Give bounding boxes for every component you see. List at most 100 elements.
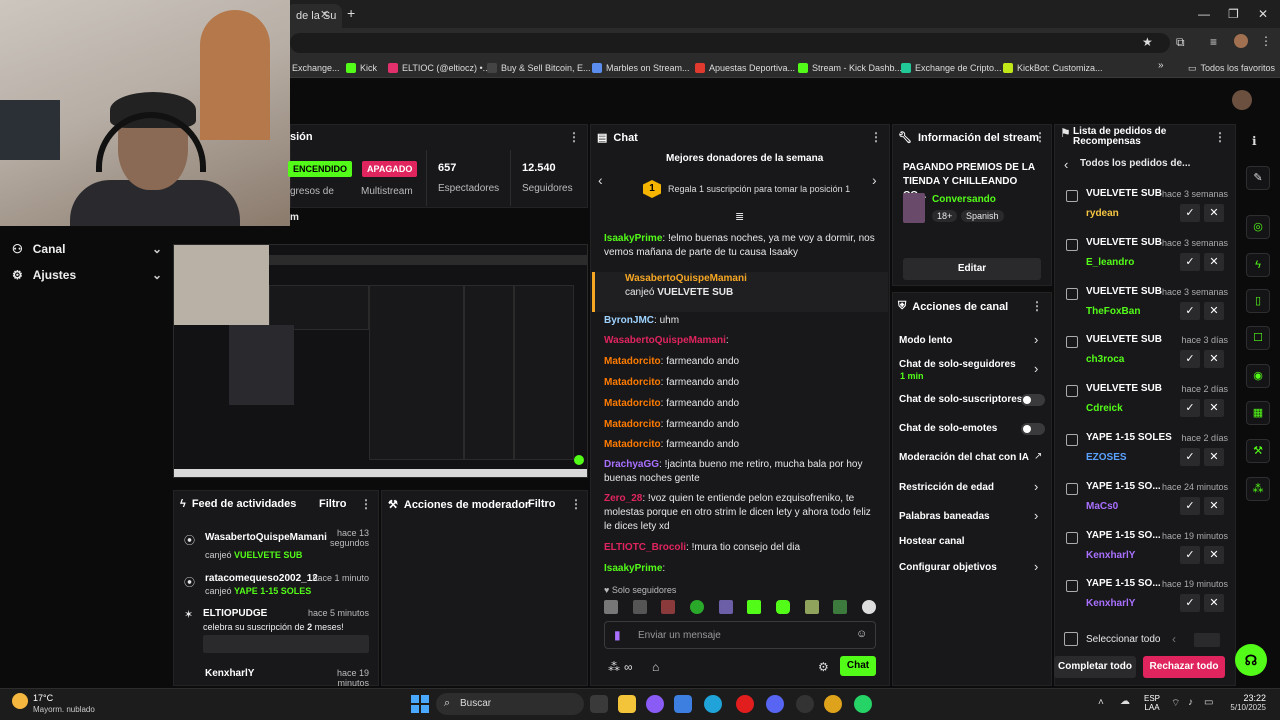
- document-icon[interactable]: ▯: [1246, 289, 1270, 313]
- approve-check-icon[interactable]: ✓: [1180, 399, 1200, 417]
- reward-user[interactable]: KenxharlY: [1086, 598, 1135, 609]
- help-headset-icon[interactable]: ☊: [1235, 644, 1267, 676]
- store-icon[interactable]: [674, 695, 692, 713]
- reward-checkbox[interactable]: [1066, 336, 1078, 348]
- emote-icon[interactable]: [804, 600, 819, 614]
- gear-icon[interactable]: ⚙: [818, 660, 829, 674]
- more-bookmarks-icon[interactable]: »: [1158, 60, 1164, 71]
- emote-icon[interactable]: [833, 600, 848, 614]
- reward-checkbox[interactable]: [1066, 532, 1078, 544]
- approve-check-icon[interactable]: ✓: [1180, 204, 1200, 222]
- bookmark-item[interactable]: Exchange de Cripto...: [901, 60, 1002, 76]
- action-slow-mode[interactable]: Modo lento: [899, 335, 952, 346]
- external-link-icon[interactable]: ↗: [1034, 451, 1042, 462]
- media-icon[interactable]: ≡: [1210, 35, 1217, 49]
- chat-username[interactable]: IsaakyPrime: [604, 233, 662, 244]
- category-name[interactable]: Conversando: [932, 194, 996, 205]
- profile-avatar[interactable]: [1234, 34, 1248, 48]
- chat-message[interactable]: Matadorcito: farmeando ando: [604, 397, 876, 411]
- stream-info-kebab-icon[interactable]: ⋮: [1034, 130, 1046, 144]
- bookmark-item[interactable]: Kick: [346, 60, 377, 76]
- approve-check-icon[interactable]: ✓: [1180, 546, 1200, 564]
- chat-username[interactable]: Matadorcito: [604, 356, 661, 367]
- chat-username[interactable]: Zero_28: [604, 493, 642, 504]
- chat-username[interactable]: IsaakyPrime: [604, 563, 662, 574]
- store-icon[interactable]: ⌂: [652, 660, 659, 674]
- reject-all-button[interactable]: Rechazar todo: [1143, 656, 1225, 678]
- reward-user[interactable]: rydean: [1086, 208, 1119, 219]
- star-icon[interactable]: ★: [1142, 35, 1153, 49]
- lightning-icon[interactable]: ϟ: [1246, 253, 1270, 277]
- multistream-badge[interactable]: APAGADO: [362, 161, 418, 177]
- menu-kebab-icon[interactable]: ⋮: [1260, 34, 1272, 48]
- action-followers-only[interactable]: Chat de solo-seguidores: [899, 359, 1016, 370]
- chat-message[interactable]: Matadorcito: farmeando ando: [604, 418, 876, 432]
- reward-checkbox[interactable]: [1066, 580, 1078, 592]
- reward-user[interactable]: TheFoxBan: [1086, 306, 1140, 317]
- approve-check-icon[interactable]: ✓: [1180, 448, 1200, 466]
- reject-x-icon[interactable]: ✕: [1204, 253, 1224, 271]
- app-icon[interactable]: [796, 695, 814, 713]
- chat-message[interactable]: IsaakyPrime:: [604, 562, 876, 576]
- emoji-icon[interactable]: ☺: [856, 628, 867, 640]
- chat-username[interactable]: ELTIOTC_Brocoli: [604, 542, 686, 553]
- kick-logo-icon[interactable]: ⁂: [1246, 477, 1270, 501]
- reward-user[interactable]: MaCs0: [1086, 501, 1118, 512]
- chevron-right-icon[interactable]: ›: [1034, 361, 1038, 376]
- reject-x-icon[interactable]: ✕: [1204, 204, 1224, 222]
- reward-checkbox[interactable]: [1066, 434, 1078, 446]
- url-input[interactable]: [290, 33, 1170, 53]
- stream-preview[interactable]: [173, 244, 588, 478]
- chevron-left-icon[interactable]: ‹: [598, 172, 603, 188]
- chat-username[interactable]: Matadorcito: [604, 439, 661, 450]
- windows-start-icon[interactable]: [411, 695, 429, 713]
- chat-username[interactable]: ByronJMC: [604, 315, 654, 326]
- chat-message[interactable]: IsaakyPrime: !elmo buenas noches, ya me …: [604, 232, 876, 260]
- send-chat-button[interactable]: Chat: [840, 656, 876, 676]
- weather-icon[interactable]: [12, 693, 28, 709]
- chat-icon[interactable]: ☐: [1246, 326, 1270, 350]
- bookmark-item[interactable]: ELTIOC (@eltiocz) •...: [388, 60, 490, 76]
- chat-username[interactable]: DrachyaGG: [604, 459, 659, 470]
- reward-checkbox[interactable]: [1066, 190, 1078, 202]
- action-ai-moderation[interactable]: Moderación del chat con IA: [899, 452, 1029, 463]
- bookmark-item[interactable]: KickBot: Customiza...: [1003, 60, 1103, 76]
- reward-checkbox[interactable]: [1066, 385, 1078, 397]
- chevron-right-icon[interactable]: ›: [1034, 332, 1038, 347]
- approve-check-icon[interactable]: ✓: [1180, 497, 1200, 515]
- file-explorer-icon[interactable]: [618, 695, 636, 713]
- reject-x-icon[interactable]: ✕: [1204, 302, 1224, 320]
- chat-message[interactable]: Zero_28: !voz quien te entiende pelon ez…: [604, 492, 876, 534]
- wifi-icon[interactable]: ⌔: [1171, 697, 1180, 710]
- wrench-icon[interactable]: ⚒: [1246, 439, 1270, 463]
- action-banned-words[interactable]: Palabras baneadas: [899, 511, 990, 522]
- reject-x-icon[interactable]: ✕: [1204, 546, 1224, 564]
- chat-message[interactable]: WasabertoQuispeMamani canjeó VUELVETE SUB: [592, 272, 888, 312]
- infinity-icon[interactable]: ∞: [624, 660, 633, 674]
- chat-username[interactable]: Matadorcito: [604, 377, 661, 388]
- extensions-icon[interactable]: ⧉: [1176, 35, 1185, 50]
- sidebar-item-ajustes[interactable]: ⚙ Ajustes ⌄: [12, 265, 162, 285]
- chevron-left-icon[interactable]: ‹: [1172, 632, 1176, 646]
- mic-icon[interactable]: ▮: [614, 628, 621, 642]
- chat-username[interactable]: Matadorcito: [604, 419, 661, 430]
- new-tab-button[interactable]: +: [347, 5, 355, 21]
- emote-icon[interactable]: [689, 600, 704, 614]
- edit-stream-button[interactable]: Editar: [903, 258, 1041, 280]
- reward-checkbox[interactable]: [1066, 483, 1078, 495]
- emote-icon[interactable]: [604, 600, 618, 614]
- all-favorites-link[interactable]: ▭ Todos los favoritos: [1188, 60, 1275, 76]
- sidebar-item-canal[interactable]: ⚇ Canal ⌄: [12, 239, 162, 259]
- session-kebab-icon[interactable]: ⋮: [568, 130, 580, 144]
- reject-x-icon[interactable]: ✕: [1204, 350, 1224, 368]
- emote-icon[interactable]: [775, 600, 790, 614]
- complete-all-button[interactable]: Completar todo: [1054, 656, 1136, 678]
- approve-check-icon[interactable]: ✓: [1180, 594, 1200, 612]
- action-age-restriction[interactable]: Restricción de edad: [899, 482, 994, 493]
- chat-message[interactable]: Matadorcito: farmeando ando: [604, 376, 876, 390]
- cloud-icon[interactable]: ☁: [1120, 696, 1130, 707]
- reward-checkbox[interactable]: [1066, 239, 1078, 251]
- live-status-badge[interactable]: ENCENDIDO: [288, 161, 353, 177]
- chat-message[interactable]: ELTIOTC_Brocoli: !mura tio consejo del d…: [604, 541, 876, 555]
- emote-icon[interactable]: [747, 600, 762, 614]
